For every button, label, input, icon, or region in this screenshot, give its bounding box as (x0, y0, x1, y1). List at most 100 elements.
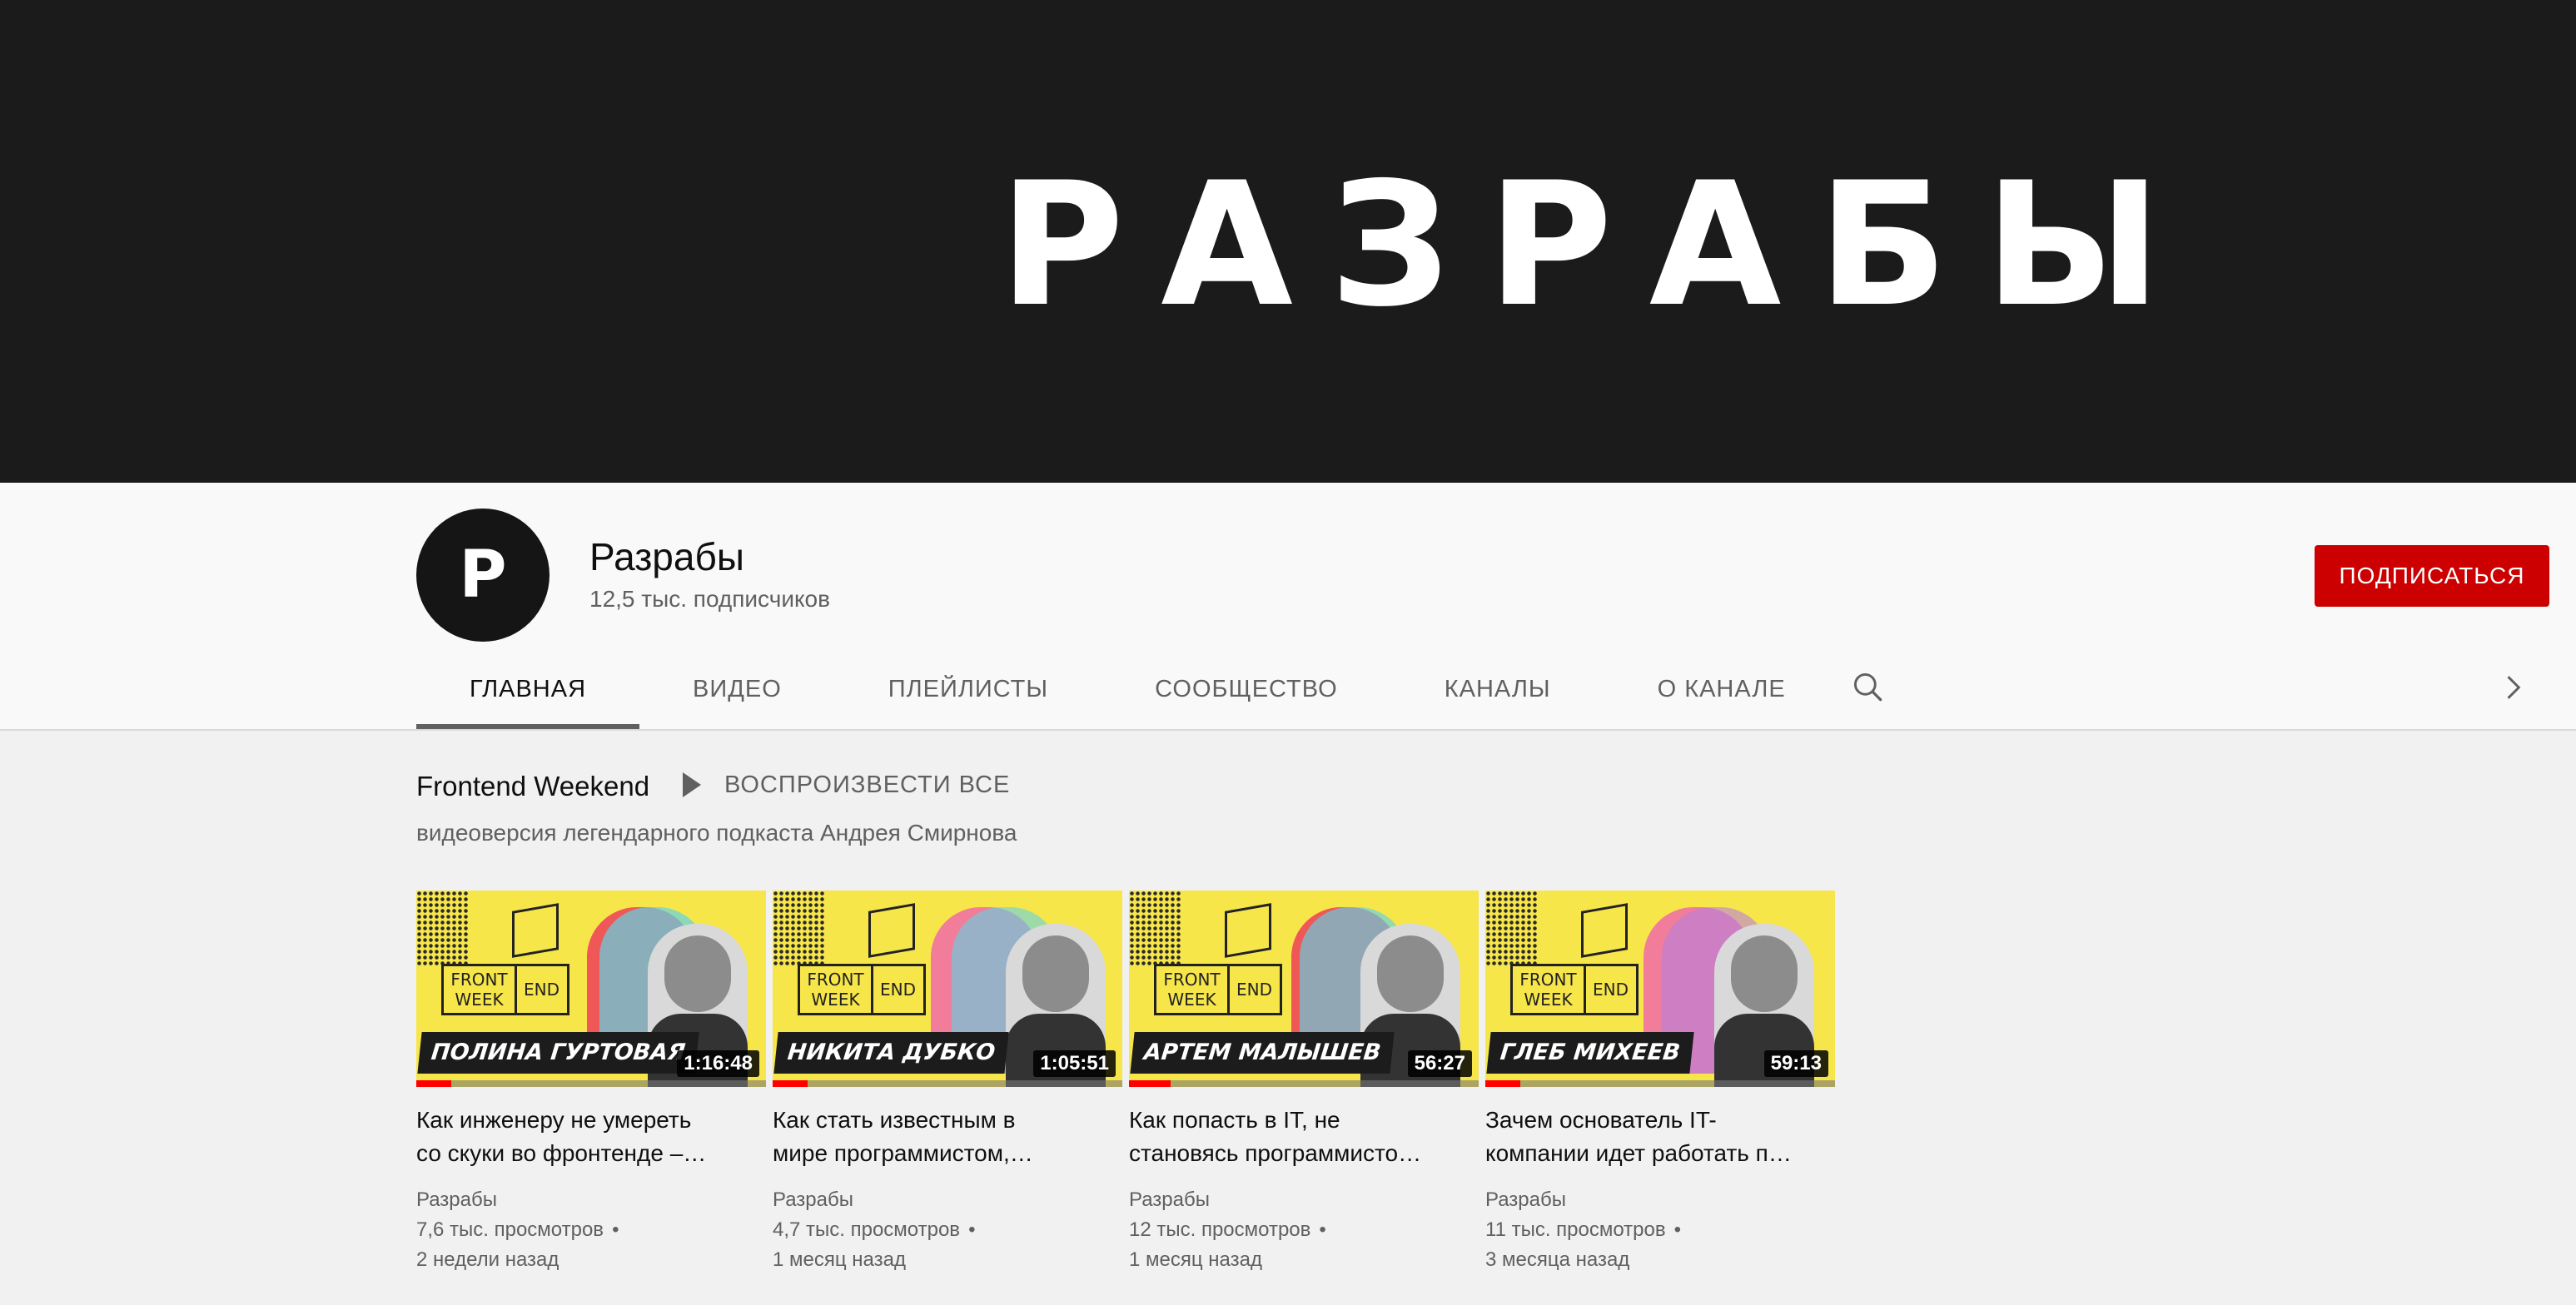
video-title-line: компании идет работать п… (1485, 1140, 1792, 1166)
front-week-end-logo: FRONT WEEK END (1510, 964, 1639, 1015)
cube-graphic (512, 903, 559, 958)
video-title-line: Зачем основатель IT- (1485, 1107, 1717, 1133)
cube-graphic (1581, 903, 1628, 958)
separator-dot: • (612, 1218, 619, 1241)
video-card[interactable]: FRONT WEEK END НИКИТА ДУБКО 1:05:51 Как с… (773, 891, 1122, 1275)
tab-community[interactable]: СООБЩЕСТВО (1102, 654, 1391, 729)
logo-front: FRONT (1519, 970, 1577, 990)
tab-home[interactable]: ГЛАВНАЯ (416, 654, 640, 729)
guest-name-label: АРТЕМ МАЛЫШЕВ (1130, 1032, 1395, 1074)
tab-videos[interactable]: ВИДЕО (639, 654, 835, 729)
video-title-line: мире программистом,… (773, 1140, 1033, 1166)
channel-banner: РАЗРАБЫ (0, 0, 2576, 483)
banner-title: РАЗРАБЫ (999, 146, 2199, 345)
thumbnail-pattern (1485, 891, 1537, 967)
logo-front: FRONT (807, 970, 864, 990)
views-count: 4,7 тыс. просмотров (773, 1218, 961, 1241)
video-channel[interactable]: Разрабы (773, 1185, 1122, 1215)
section-description: видеоверсия легендарного подкаста Андрея… (416, 820, 1017, 846)
subscriber-count: 12,5 тыс. подписчиков (589, 586, 830, 612)
video-title-line: Как инженеру не умереть (416, 1107, 692, 1133)
video-title[interactable]: Как инженеру не умереть со скуки во фрон… (416, 1104, 749, 1170)
separator-dot: • (1319, 1218, 1326, 1241)
logo-end: END (524, 980, 559, 1000)
video-views: 12 тыс. просмотров • (1129, 1215, 1479, 1245)
video-title-line: Как попасть в IT, не (1129, 1107, 1340, 1133)
watch-progress-fill (1485, 1080, 1520, 1087)
video-thumbnail[interactable]: FRONT WEEK END ГЛЕБ МИХЕЕВ 59:13 (1485, 891, 1835, 1087)
front-week-end-logo: FRONT WEEK END (1154, 964, 1282, 1015)
guest-name-label: НИКИТА ДУБКО (773, 1032, 1009, 1074)
subscribe-button[interactable]: ПОДПИСАТЬСЯ (2315, 545, 2549, 607)
video-card[interactable]: FRONT WEEK END ПОЛИНА ГУРТОВАЯ 1:16:48 Ка… (416, 891, 766, 1275)
logo-week: WEEK (811, 990, 860, 1010)
logo-front: FRONT (450, 970, 508, 990)
video-views: 7,6 тыс. просмотров • (416, 1215, 766, 1245)
video-channel[interactable]: Разрабы (1485, 1185, 1835, 1215)
video-duration: 56:27 (1407, 1050, 1472, 1077)
logo-week: WEEK (1167, 990, 1216, 1010)
watch-progress (1129, 1080, 1479, 1087)
watch-progress-fill (1129, 1080, 1171, 1087)
video-title[interactable]: Как попасть в IT, не становясь программи… (1129, 1104, 1462, 1170)
search-icon[interactable] (1850, 669, 1887, 706)
cube-graphic (868, 903, 915, 958)
video-card[interactable]: FRONT WEEK END ГЛЕБ МИХЕЕВ 59:13 Зачем ос… (1485, 891, 1835, 1275)
channel-header: P Разрабы 12,5 тыс. подписчиков ПОДПИСАТ… (0, 483, 2576, 731)
video-title[interactable]: Зачем основатель IT- компании идет работ… (1485, 1104, 1818, 1170)
chevron-right-icon[interactable] (2494, 669, 2531, 706)
cube-graphic (1225, 903, 1271, 958)
play-icon (683, 772, 701, 797)
video-channel[interactable]: Разрабы (1129, 1185, 1479, 1215)
video-title-line: со скуки во фронтенде –… (416, 1140, 707, 1166)
video-title-line: Как стать известным в (773, 1107, 1016, 1133)
views-count: 11 тыс. просмотров (1485, 1218, 1666, 1241)
logo-end: END (1236, 980, 1272, 1000)
thumbnail-pattern (773, 891, 824, 967)
video-age: 3 месяца назад (1485, 1248, 1630, 1271)
guest-name-label: ПОЛИНА ГУРТОВАЯ (417, 1032, 699, 1074)
watch-progress-fill (773, 1080, 808, 1087)
watch-progress-fill (416, 1080, 451, 1087)
section-title[interactable]: Frontend Weekend (416, 771, 649, 802)
guest-name-label: ГЛЕБ МИХЕЕВ (1486, 1032, 1694, 1074)
views-count: 7,6 тыс. просмотров (416, 1218, 604, 1241)
video-age: 1 месяц назад (773, 1248, 906, 1271)
watch-progress (416, 1080, 766, 1087)
video-thumbnail[interactable]: FRONT WEEK END НИКИТА ДУБКО 1:05:51 (773, 891, 1122, 1087)
channel-name: Разрабы (589, 535, 744, 578)
views-count: 12 тыс. просмотров (1129, 1218, 1311, 1241)
play-all-label: ВОСПРОИЗВЕСТИ ВСЕ (724, 771, 1011, 798)
play-all-button[interactable]: ВОСПРОИЗВЕСТИ ВСЕ (681, 771, 1010, 799)
logo-week: WEEK (455, 990, 504, 1010)
video-title-line: становясь программисто… (1129, 1140, 1422, 1166)
video-age: 2 недели назад (416, 1248, 559, 1271)
video-card[interactable]: FRONT WEEK END АРТЕМ МАЛЫШЕВ 56:27 Как по… (1129, 891, 1479, 1275)
video-thumbnail[interactable]: FRONT WEEK END ПОЛИНА ГУРТОВАЯ 1:16:48 (416, 891, 766, 1087)
watch-progress (1485, 1080, 1835, 1087)
channel-avatar[interactable]: P (416, 509, 550, 642)
video-views: 4,7 тыс. просмотров • (773, 1215, 1122, 1245)
logo-week: WEEK (1524, 990, 1573, 1010)
front-week-end-logo: FRONT WEEK END (441, 964, 569, 1015)
video-duration: 1:05:51 (1033, 1050, 1116, 1077)
tab-channels[interactable]: КАНАЛЫ (1391, 654, 1604, 729)
video-duration: 1:16:48 (677, 1050, 759, 1077)
video-views: 11 тыс. просмотров • (1485, 1215, 1835, 1245)
tab-about[interactable]: О КАНАЛЕ (1604, 654, 1839, 729)
tab-playlists[interactable]: ПЛЕЙЛИСТЫ (835, 654, 1102, 729)
video-title[interactable]: Как стать известным в мире программистом… (773, 1104, 1106, 1170)
video-channel[interactable]: Разрабы (416, 1185, 766, 1215)
front-week-end-logo: FRONT WEEK END (798, 964, 926, 1015)
separator-dot: • (968, 1218, 976, 1241)
video-thumbnail[interactable]: FRONT WEEK END АРТЕМ МАЛЫШЕВ 56:27 (1129, 891, 1479, 1087)
thumbnail-pattern (1129, 891, 1181, 967)
thumbnail-pattern (416, 891, 468, 967)
separator-dot: • (1673, 1218, 1682, 1241)
logo-end: END (1593, 980, 1629, 1000)
logo-front: FRONT (1163, 970, 1221, 990)
channel-tabs: ГЛАВНАЯ ВИДЕО ПЛЕЙЛИСТЫ СООБЩЕСТВО КАНАЛ… (416, 654, 1839, 729)
logo-end: END (880, 980, 916, 1000)
video-age: 1 месяц назад (1129, 1248, 1262, 1271)
video-duration: 59:13 (1763, 1050, 1828, 1077)
